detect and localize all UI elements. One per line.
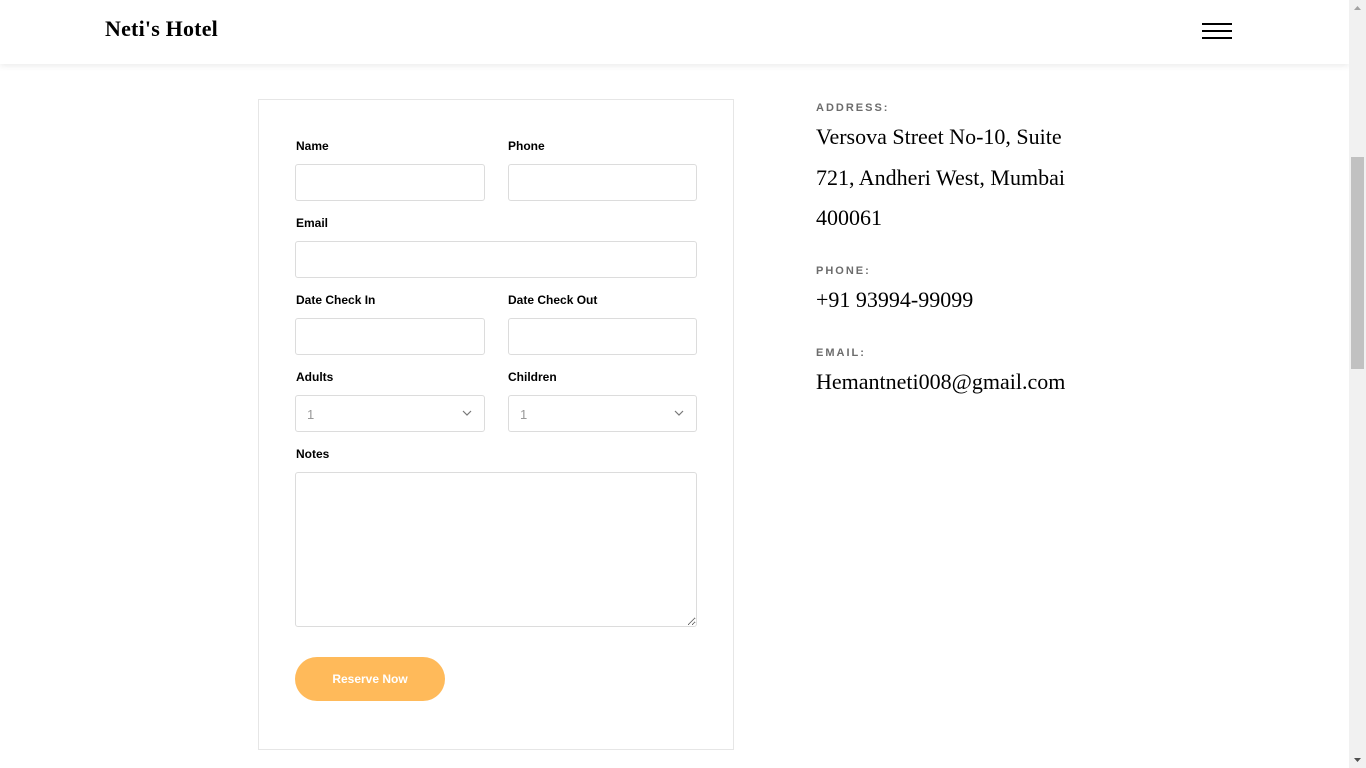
menu-line	[1202, 37, 1232, 39]
scroll-down-arrow-icon[interactable]	[1349, 751, 1366, 768]
checkout-label: Date Check Out	[508, 293, 598, 307]
adults-select[interactable]: 1	[295, 395, 485, 432]
brand-logo[interactable]: Neti's Hotel	[105, 16, 218, 42]
notes-textarea[interactable]	[295, 472, 697, 627]
hamburger-menu-icon[interactable]	[1200, 19, 1234, 43]
checkout-date-input[interactable]	[508, 318, 697, 355]
address-label: ADDRESS:	[816, 102, 890, 114]
name-input[interactable]	[295, 164, 485, 201]
email-value: Hemantneti008@gmail.com	[816, 369, 1066, 394]
address-value: Versova Street No-10, Suite 721, Andheri…	[816, 124, 1065, 230]
chevron-down-icon	[462, 410, 472, 416]
name-label: Name	[296, 139, 329, 153]
site-header: Neti's Hotel	[0, 0, 1349, 64]
reserve-now-button[interactable]: Reserve Now	[295, 657, 445, 701]
checkin-date-input[interactable]	[295, 318, 485, 355]
phone-value: +91 93994-99099	[816, 287, 974, 312]
email-info-label: EMAIL:	[816, 347, 866, 359]
adults-label: Adults	[296, 370, 334, 384]
menu-line	[1202, 23, 1232, 25]
notes-label: Notes	[296, 447, 330, 461]
phone-info-label: PHONE:	[816, 265, 871, 277]
phone-label: Phone	[508, 139, 545, 153]
children-selected-value: 1	[520, 407, 528, 422]
scroll-up-arrow-icon[interactable]	[1349, 0, 1366, 17]
vertical-scrollbar[interactable]	[1349, 0, 1366, 768]
email-input[interactable]	[295, 241, 697, 278]
children-label: Children	[508, 370, 557, 384]
chevron-down-icon	[674, 410, 684, 416]
phone-input[interactable]	[508, 164, 697, 201]
reservation-form: Name Phone Email Date Check In Date Chec…	[258, 99, 734, 750]
page: Neti's Hotel Name Phone Email Date Check…	[0, 0, 1349, 768]
checkin-label: Date Check In	[296, 293, 376, 307]
scrollbar-thumb[interactable]	[1351, 157, 1364, 369]
email-label: Email	[296, 216, 329, 230]
menu-line	[1202, 30, 1232, 32]
adults-selected-value: 1	[307, 407, 315, 422]
children-select[interactable]: 1	[508, 395, 697, 432]
